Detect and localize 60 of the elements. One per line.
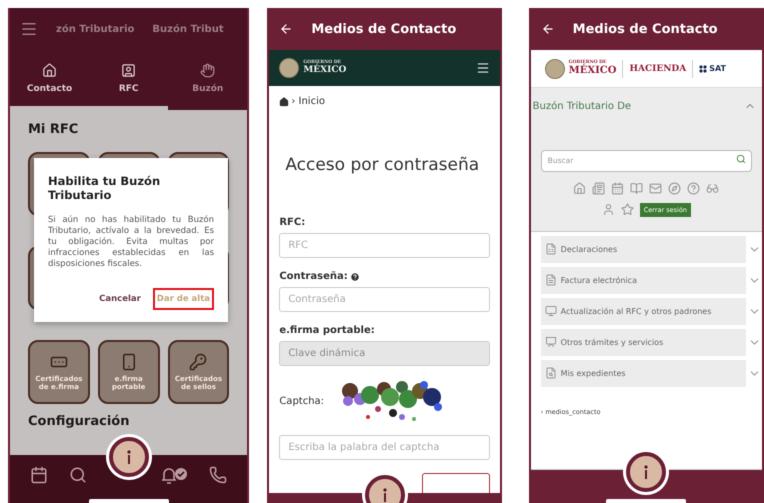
menu-item[interactable]: Mis expedientes (540, 360, 746, 386)
glasses-icon[interactable] (706, 182, 720, 194)
header-title: zón Tributario (56, 24, 134, 34)
key-icon (189, 352, 208, 371)
info-button[interactable] (364, 475, 404, 503)
input-field[interactable]: Contraseña (279, 287, 490, 312)
page-heading: Acceso por contraseña (285, 155, 480, 175)
info-icon (642, 464, 650, 480)
compass-icon[interactable] (668, 182, 682, 194)
info-icon (124, 449, 133, 465)
info-icon (380, 487, 388, 503)
menu-icon[interactable] (476, 61, 490, 75)
menu-item[interactable]: Factura electrónica (540, 266, 746, 294)
brand-text: MÉXICO (568, 66, 616, 76)
field-label: RFC: (279, 217, 306, 228)
star-icon[interactable] (620, 203, 634, 216)
header-title: Medios de Contacto (311, 22, 456, 36)
header-title: Medios de Contacto (572, 22, 718, 36)
info-button[interactable] (626, 452, 666, 492)
dots-logo-icon (699, 64, 708, 72)
menu-item[interactable]: Actualización al RFC y otros padrones (540, 298, 746, 324)
pointer-hand-icon (200, 62, 216, 78)
id-card-icon (121, 62, 136, 78)
spreadsheet-icon (544, 243, 557, 255)
input-field[interactable]: RFC (279, 233, 490, 258)
dialog-title: Habilita tu Buzón Tributario (48, 174, 162, 203)
brand-text: SAT (709, 64, 726, 73)
input-field[interactable]: Escriba la palabra del captcha (279, 435, 490, 460)
dialog-message: Si aún no has habilitado tu Buzón Tributario, actívalo a la brevedad. Es tu obligación. Evita multas por infracciones establecidas en las disposiciones fiscales. (48, 214, 214, 270)
field-label: e.firma portable: (279, 325, 375, 336)
newspaper-icon[interactable] (592, 182, 606, 194)
seal-icon (279, 58, 300, 78)
monitor-icon (544, 305, 557, 317)
presentation-icon (544, 336, 557, 348)
home-icon (42, 62, 58, 78)
file-search-icon (544, 367, 557, 379)
header-title: Buzón Tribut (152, 24, 224, 34)
document-icon (544, 274, 557, 286)
menu-item[interactable]: Declaraciones (540, 236, 746, 262)
info-button[interactable] (108, 437, 149, 477)
brand-text: MÉXICO (303, 66, 346, 75)
field-label: Contraseña: (279, 271, 348, 282)
menu-item[interactable]: Otros trámites y servicios (540, 328, 746, 356)
field-label: Captcha: (279, 396, 324, 406)
user-icon[interactable] (602, 203, 615, 216)
section-title: Mi RFC (28, 122, 80, 139)
search-icon[interactable] (736, 154, 746, 164)
section-title: Configuración (28, 414, 130, 431)
back-icon[interactable] (279, 22, 294, 36)
seal-icon (544, 58, 565, 78)
back-icon[interactable] (540, 22, 555, 36)
search-icon[interactable] (68, 466, 87, 484)
home-icon[interactable] (279, 96, 290, 106)
panel-title: Buzón Tributario De (532, 100, 632, 112)
calendar-icon[interactable] (30, 466, 48, 484)
brand-text: HACIENDA (629, 64, 686, 74)
mail-icon[interactable] (649, 182, 662, 194)
book-icon[interactable] (630, 182, 644, 194)
breadcrumb[interactable]: › Inicio (291, 96, 325, 107)
phone-icon[interactable] (208, 466, 227, 484)
